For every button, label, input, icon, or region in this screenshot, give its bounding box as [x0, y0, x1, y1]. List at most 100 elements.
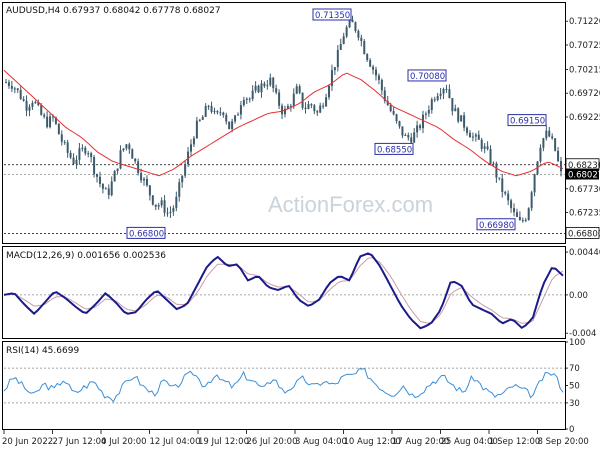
candle-body — [28, 106, 31, 111]
candle-body — [269, 77, 272, 86]
macd-tick-label: 0.00 — [569, 291, 588, 301]
time-tick-label: 20 Jun 2022 — [2, 437, 53, 447]
price-tick-label: 0.67235 — [569, 209, 600, 219]
macd-signal-line — [3, 257, 564, 324]
time-axis: 20 Jun 2022 27 Jun 12:004 Jul 20:00 12 Jul… — [2, 430, 589, 447]
candle-body — [145, 178, 148, 186]
candle-body — [87, 153, 90, 155]
candle-body — [486, 146, 489, 150]
candle-body — [116, 168, 119, 172]
rsi-tick-label: 0 — [569, 425, 574, 435]
candle-body — [313, 105, 316, 112]
time-tick-label: 19 Jul 12:00 — [198, 437, 249, 447]
candle-body — [533, 174, 536, 193]
candle-body — [530, 192, 533, 209]
candle-body — [251, 90, 254, 99]
callout-label: 0.68550 — [377, 145, 412, 155]
candle-body — [40, 104, 43, 115]
candle-body — [154, 204, 157, 207]
candle-body — [483, 146, 486, 149]
candle-body — [57, 123, 60, 135]
candle-body — [178, 182, 181, 197]
candle-body — [140, 173, 143, 181]
candle-body — [557, 150, 560, 162]
time-tick-label: 1 Sep 12:00 — [489, 437, 540, 447]
candle-body — [157, 205, 160, 207]
candle-body — [22, 99, 25, 101]
candle-body — [34, 102, 37, 104]
candle-body — [228, 121, 231, 130]
price-tick-label: 0.69225 — [569, 113, 600, 123]
right-price-tags: 0.682300.668000.68027 — [565, 158, 600, 239]
candle-body — [160, 200, 163, 206]
candle-body — [454, 108, 457, 112]
candle-body — [442, 88, 445, 94]
candle-body — [542, 138, 545, 148]
candle-body — [104, 188, 107, 190]
last-price-label: 0.68027 — [568, 171, 600, 181]
candle-body — [31, 102, 34, 107]
macd-line — [3, 252, 564, 330]
candle-body — [195, 120, 198, 139]
candle-body — [13, 88, 16, 90]
candle-body — [477, 134, 480, 140]
candle-body — [151, 195, 154, 205]
candle-body — [231, 121, 234, 130]
candle-body — [75, 159, 78, 164]
candle-body — [169, 211, 172, 213]
candle-body — [345, 27, 348, 37]
candle-body — [507, 193, 510, 201]
candle-body — [416, 125, 419, 133]
candle-body — [419, 125, 422, 129]
price-tick-label: 0.67730 — [569, 185, 600, 195]
candle-body — [316, 111, 319, 113]
candle-body — [148, 185, 151, 196]
candle-body — [560, 161, 562, 172]
candle-body — [298, 86, 301, 93]
candle-body — [351, 19, 354, 23]
candle-body — [166, 212, 169, 214]
candle-body — [354, 22, 357, 31]
price-level-label: 0.66800 — [568, 229, 600, 239]
candle-body — [210, 105, 213, 112]
candle-body — [518, 216, 521, 221]
candle-body — [319, 105, 322, 113]
candle-body — [325, 97, 328, 107]
chart-canvas: ActionForex.com AUDUSD,H4 0.67937 0.6804… — [2, 2, 600, 447]
callout-label: 0.66980 — [479, 221, 514, 231]
candle-body — [60, 134, 63, 142]
candle-body — [204, 106, 207, 117]
time-tick-label: 12 Jul 04:00 — [150, 437, 201, 447]
callout-label: 0.66800 — [129, 229, 164, 239]
time-tick-label: 27 Jun 12:00 — [53, 437, 107, 447]
candle-body — [143, 178, 146, 181]
candle-body — [131, 149, 134, 159]
candle-body — [225, 115, 228, 122]
candle-body — [134, 158, 137, 162]
candle-body — [513, 208, 516, 213]
candle-body — [46, 116, 49, 128]
candle-body — [545, 130, 548, 139]
candle-body — [113, 171, 116, 182]
callout-label: 0.71350 — [315, 11, 350, 21]
candle-body — [554, 138, 557, 151]
candle-body — [192, 138, 195, 145]
rsi-line — [3, 368, 564, 403]
candle-body — [436, 95, 439, 101]
candle-body — [363, 41, 366, 55]
candle-body — [216, 111, 219, 113]
candle-body — [369, 60, 372, 67]
price-tick-label: 0.70215 — [569, 65, 600, 75]
candle-body — [119, 150, 122, 169]
candle-body — [239, 105, 242, 115]
candle-body — [471, 136, 474, 138]
candle-body — [468, 132, 471, 138]
candle-body — [504, 192, 507, 194]
candle-body — [242, 99, 245, 106]
candle-body — [404, 135, 407, 137]
candle-body — [66, 142, 69, 153]
macd-tick-label: 0.004469 — [569, 248, 600, 258]
macd-panel-title: MACD(12,26,9) 0.001656 0.002536 — [6, 251, 166, 261]
candle-body — [307, 104, 310, 109]
candle-body — [198, 119, 201, 121]
